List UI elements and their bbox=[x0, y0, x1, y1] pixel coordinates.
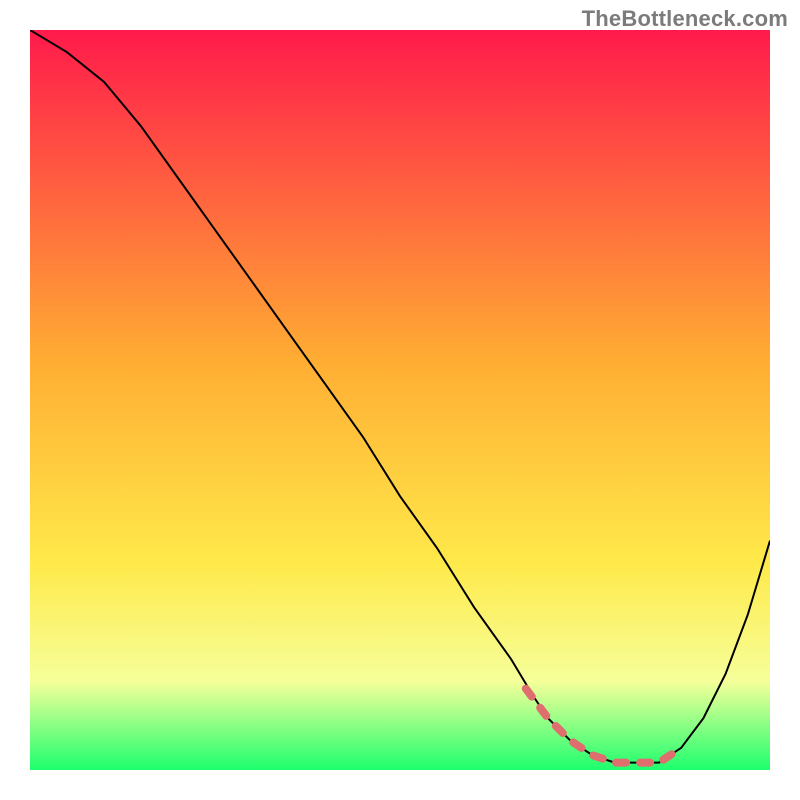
watermark-text: TheBottleneck.com bbox=[582, 6, 788, 32]
chart-background-gradient bbox=[30, 30, 770, 770]
chart-svg bbox=[30, 30, 770, 770]
chart-plot-area bbox=[30, 30, 770, 770]
